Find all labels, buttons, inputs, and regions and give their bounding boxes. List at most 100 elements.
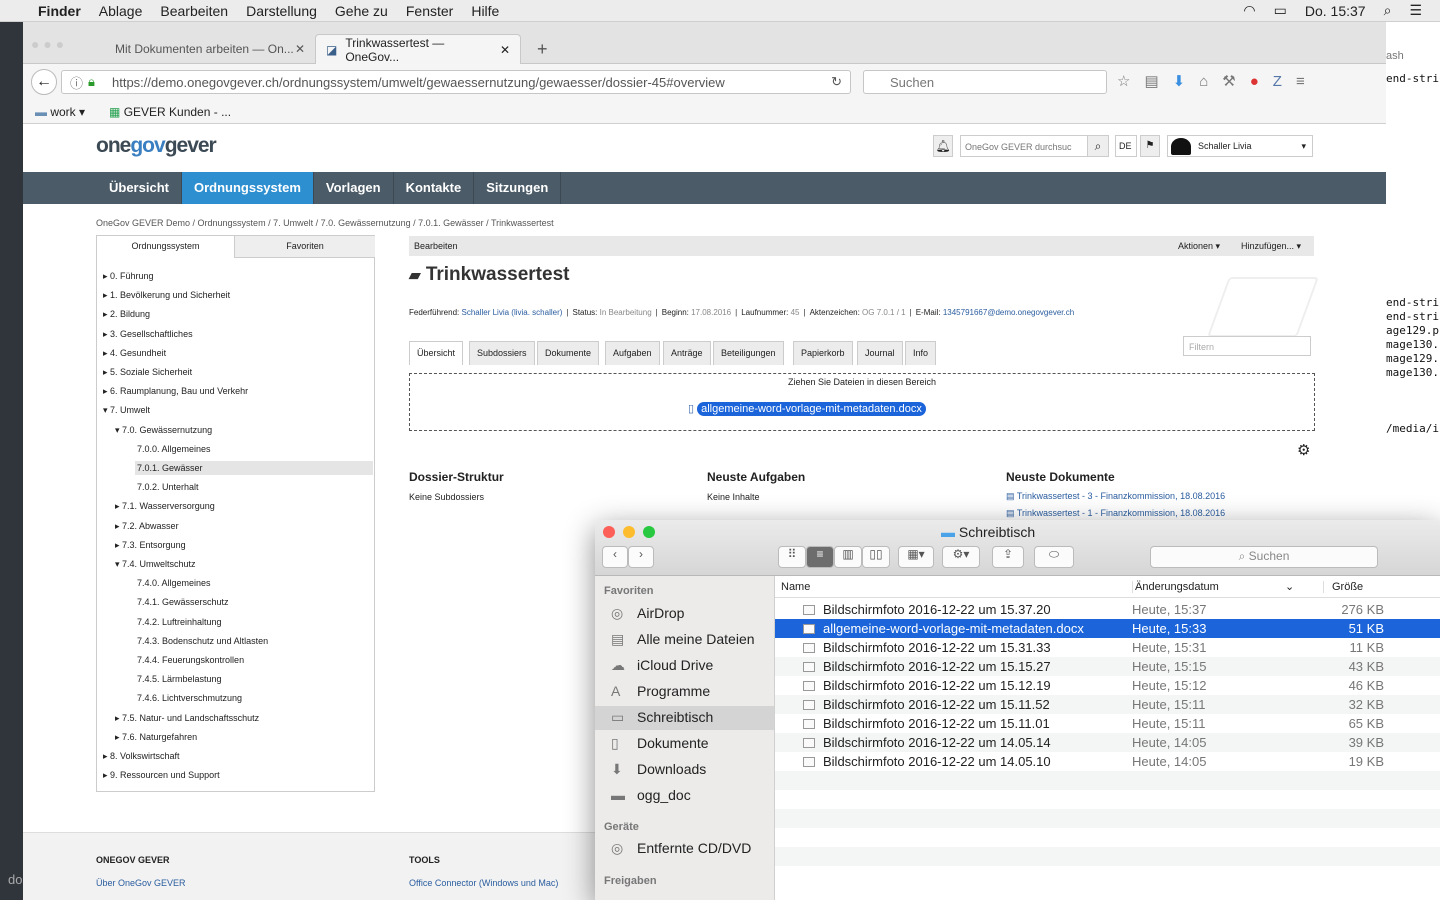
file-row[interactable]: Bildschirmfoto 2016-12-22 um 15.12.19 Heu… (775, 676, 1440, 695)
tree-tab-favoriten[interactable]: Favoriten (235, 236, 375, 258)
settings-gear-icon[interactable]: ⚙ (1297, 441, 1310, 459)
nav-kontakte[interactable]: Kontakte (394, 172, 475, 204)
sidebar-item-schreibtisch[interactable]: ▭ Schreibtisch (595, 706, 774, 730)
tree-item[interactable]: 7.0.0. Allgemeines (135, 442, 213, 456)
caret-right-icon[interactable]: ▸ (115, 501, 122, 511)
caret-right-icon[interactable]: ▸ (103, 290, 110, 300)
tree-item[interactable]: 7.0.2. Unterhalt (135, 480, 201, 494)
tab-übersicht[interactable]: Übersicht (409, 341, 464, 365)
footer-link[interactable]: Über OneGov GEVER (96, 878, 186, 889)
caret-right-icon[interactable]: ▸ (115, 540, 122, 550)
tab-dokumente[interactable]: Dokumente (537, 341, 600, 365)
finder-search[interactable]: ⌕ Suchen (1150, 546, 1378, 568)
actions-menu[interactable]: Aktionen ▾ (1178, 241, 1220, 252)
tab-papierkorb[interactable]: Papierkorb (793, 341, 853, 365)
arrange-button[interactable]: ▦▾ (898, 546, 934, 568)
file-row[interactable]: Bildschirmfoto 2016-12-22 um 15.11.52 Heu… (775, 695, 1440, 714)
tree-item[interactable]: 7.4.0. Allgemeines (135, 576, 213, 590)
caret-right-icon[interactable]: ▸ (115, 713, 122, 723)
column-name[interactable]: Name (781, 581, 810, 593)
caret-right-icon[interactable]: ▸ (103, 367, 110, 377)
meta-value[interactable]: Schaller Livia (livia. schaller) (461, 308, 562, 317)
tree-item[interactable]: 7.0.1. Gewässer (135, 461, 373, 475)
browser-tab[interactable]: Mit Dokumenten arbeiten — On... ✕ (105, 34, 315, 64)
menu-fenster[interactable]: Fenster (406, 3, 453, 19)
caret-down-icon[interactable]: ▾ (115, 425, 122, 435)
tree-item[interactable]: ▸ 7.2. Abwasser (113, 519, 181, 534)
nav-ordnungssystem[interactable]: Ordnungssystem (181, 172, 314, 204)
tags-button[interactable]: ⬭ (1034, 546, 1074, 568)
tree-item[interactable]: ▸ 5. Soziale Sicherheit (101, 365, 194, 380)
sidebar-item-cd-dvd[interactable]: ◎ Entfernte CD/DVD (611, 840, 751, 857)
close-icon[interactable]: ✕ (500, 43, 510, 57)
sidebar-item-dokumente[interactable]: ▯ Dokumente (595, 732, 774, 756)
column-size[interactable]: Größe (1323, 581, 1363, 593)
adblock-icon[interactable]: ● (1250, 73, 1273, 90)
tree-item[interactable]: ▸ 7.5. Natur- und Landschaftsschutz (113, 711, 261, 726)
nav-vorlagen[interactable]: Vorlagen (314, 172, 394, 204)
tab-beteiligungen[interactable]: Beteiligungen (713, 341, 784, 365)
info-icon[interactable]: ⓘ (70, 73, 83, 92)
site-search-input[interactable]: OneGov GEVER durchsuc (960, 135, 1088, 157)
action-gear-button[interactable]: ⚙▾ (942, 546, 980, 568)
clock[interactable]: Do. 15:37 (1305, 3, 1366, 19)
footer-link[interactable]: Office Connector (Windows und Mac) (409, 878, 558, 889)
file-row[interactable]: Bildschirmfoto 2016-12-22 um 14.05.10 Heu… (775, 752, 1440, 771)
tree-item[interactable]: ▸ 2. Bildung (101, 307, 152, 322)
file-row[interactable]: allgemeine-word-vorlage-mit-metadaten.do… (775, 619, 1440, 638)
document-link[interactable]: ▤ Trinkwassertest - 3 - Finanzkommission… (1006, 491, 1225, 502)
tree-item[interactable]: ▸ 8. Volkswirtschaft (101, 749, 182, 764)
menu-app[interactable]: Finder (38, 3, 81, 19)
tree-item[interactable]: ▸ 0. Führung (101, 269, 156, 284)
notification-icon[interactable]: ☰ (1409, 2, 1422, 19)
tree-item[interactable]: 7.4.5. Lärmbelastung (135, 672, 224, 686)
document-link[interactable]: ▤ Trinkwassertest - 1 - Finanzkommission… (1006, 508, 1225, 519)
view-columns-button[interactable]: ▥ (834, 546, 862, 568)
tab-anträge[interactable]: Anträge (663, 341, 711, 365)
sidebar-item-alle-meine-dateien[interactable]: ▤ Alle meine Dateien (595, 628, 774, 652)
sidebar-item-programme[interactable]: A Programme (595, 680, 774, 704)
browser-search[interactable]: Suchen (863, 70, 1107, 94)
browser-tab-active[interactable]: ◪ Trinkwassertest — OneGov... ✕ (315, 34, 521, 64)
caret-right-icon[interactable]: ▸ (103, 348, 110, 358)
filter-input[interactable]: Filtern (1183, 336, 1311, 356)
caret-right-icon[interactable]: ▸ (115, 521, 122, 531)
tree-item[interactable]: ▸ 9. Ressourcen und Support (101, 768, 222, 783)
forward-button[interactable]: › (628, 546, 654, 568)
menu-gehe-zu[interactable]: Gehe zu (335, 3, 388, 19)
url-bar[interactable]: ⓘ 🔒︎ https://demo.onegovgever.ch/ordnung… (61, 70, 851, 94)
site-search-button[interactable]: ⌕ (1087, 135, 1109, 157)
battery-icon[interactable]: ▭ (1274, 2, 1287, 19)
file-row[interactable]: Bildschirmfoto 2016-12-22 um 15.11.01 Heu… (775, 714, 1440, 733)
caret-right-icon[interactable]: ▸ (103, 751, 110, 761)
wrench-icon[interactable]: ⚒ (1222, 73, 1249, 90)
caret-right-icon[interactable]: ▸ (103, 386, 110, 396)
tree-item[interactable]: ▸ 7.3. Entsorgung (113, 538, 188, 553)
sidebar-item-icloud-drive[interactable]: ☁ iCloud Drive (595, 654, 774, 678)
caret-down-icon[interactable]: ▾ (115, 559, 122, 569)
file-row[interactable]: Bildschirmfoto 2016-12-22 um 15.31.33 Heu… (775, 638, 1440, 657)
hamburger-menu-icon[interactable]: ≡ (1296, 73, 1319, 90)
meta-value[interactable]: 1345791667@demo.onegovgever.ch (943, 308, 1074, 317)
reading-list-icon[interactable]: ▤ (1144, 73, 1172, 90)
nav-sitzungen[interactable]: Sitzungen (474, 172, 562, 204)
home-icon[interactable]: ⌂ (1199, 73, 1222, 90)
onegov-logo[interactable]: onegovgever (96, 134, 217, 158)
tree-item[interactable]: 7.4.3. Bodenschutz und Altlasten (135, 634, 270, 648)
tree-item[interactable]: ▸ 6. Raumplanung, Bau und Verkehr (101, 384, 250, 399)
edit-link[interactable]: Bearbeiten (414, 241, 458, 251)
bookmark-star-icon[interactable]: ☆ (1117, 73, 1144, 90)
back-button[interactable]: ‹ (602, 546, 628, 568)
sidebar-item-downloads[interactable]: ⬇ Downloads (595, 758, 774, 782)
tree-item[interactable]: ▸ 3. Gesellschaftliches (101, 327, 195, 342)
wifi-icon[interactable]: ◠ (1243, 2, 1255, 19)
tree-item[interactable]: 7.4.6. Lichtverschmutzung (135, 691, 244, 705)
user-menu[interactable]: Schaller Livia ▾ (1167, 135, 1313, 157)
zotero-icon[interactable]: Z (1273, 73, 1296, 90)
flag-icon[interactable]: ⚑ (1140, 135, 1160, 157)
sidebar-item-ogg_doc[interactable]: ▬ ogg_doc (595, 784, 774, 808)
breadcrumb[interactable]: OneGov GEVER Demo / Ordnungssystem / 7. … (96, 218, 554, 228)
reload-icon[interactable]: ↻ (831, 74, 842, 90)
menu-hilfe[interactable]: Hilfe (471, 3, 499, 19)
nav-uebersicht[interactable]: Übersicht (97, 172, 182, 204)
